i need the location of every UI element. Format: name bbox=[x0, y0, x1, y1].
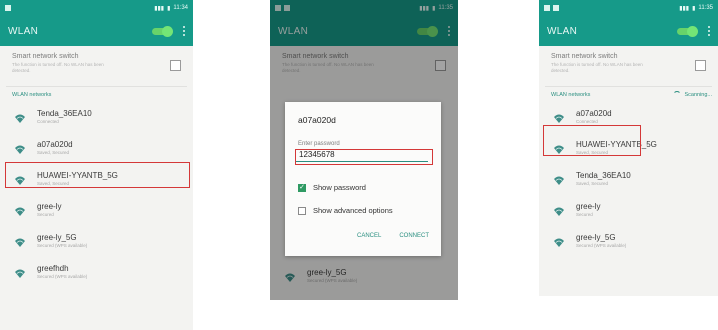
more-menu-icon[interactable] bbox=[182, 26, 185, 36]
network-name: gree-ly_5G bbox=[576, 233, 616, 242]
network-name: Tenda_36EA10 bbox=[576, 171, 631, 180]
wlan-toggle[interactable] bbox=[152, 25, 173, 37]
wifi-icon bbox=[14, 205, 26, 217]
smart-switch-checkbox[interactable] bbox=[170, 60, 181, 71]
phone-screen-1: ▮▮▮ ▮ 11:34 WLAN Smart network switch Th… bbox=[0, 0, 193, 330]
scanning-label: Scanning... bbox=[684, 92, 712, 98]
page-title: WLAN bbox=[8, 25, 39, 37]
section-title: WLAN networks bbox=[551, 92, 591, 98]
network-status: Connected bbox=[37, 119, 59, 124]
highlight-box bbox=[5, 162, 190, 188]
phone-screen-3: ▮▮▮ ▮ 11:35 WLAN Smart network switch Th… bbox=[539, 0, 718, 296]
page-title: WLAN bbox=[547, 25, 578, 37]
section-header: WLAN networks Scanning... bbox=[539, 87, 718, 103]
connect-button[interactable]: CONNECT bbox=[399, 233, 429, 239]
wifi-icon bbox=[14, 143, 26, 155]
smart-switch-title: Smart network switch bbox=[551, 53, 618, 60]
show-advanced-checkbox[interactable] bbox=[298, 206, 306, 215]
smart-switch-title: Smart network switch bbox=[12, 53, 79, 60]
notification-icon bbox=[544, 5, 550, 11]
wifi-icon bbox=[553, 112, 565, 124]
show-advanced-option[interactable]: Show advanced options bbox=[298, 206, 393, 215]
network-status: Connected bbox=[576, 119, 598, 124]
highlight-box bbox=[295, 149, 433, 165]
highlight-box bbox=[543, 125, 641, 156]
smart-switch-checkbox[interactable] bbox=[695, 60, 706, 71]
network-name: greefhdh bbox=[37, 264, 69, 273]
network-status: Secured (WPS available) bbox=[576, 243, 627, 248]
list-item[interactable]: gree-ly Secured bbox=[0, 196, 193, 227]
list-item[interactable]: gree-ly_5G Secured (WPS available) bbox=[0, 227, 193, 258]
status-time: 11:34 bbox=[173, 5, 188, 11]
more-menu-icon[interactable] bbox=[707, 26, 710, 36]
network-status: Saved, Secured bbox=[576, 181, 609, 186]
network-name: gree-ly bbox=[37, 202, 62, 211]
show-password-checkbox[interactable]: ✓ bbox=[298, 183, 306, 192]
password-dialog: a07a020d Enter password 12345678 ✓ Show … bbox=[285, 102, 441, 256]
wifi-icon bbox=[14, 112, 26, 124]
battery-icon: ▮ bbox=[692, 5, 696, 12]
network-name: Tenda_36EA10 bbox=[37, 109, 92, 118]
signal-icon: ▮▮▮ bbox=[679, 5, 690, 12]
network-status: Secured (WPS available) bbox=[37, 243, 88, 248]
wifi-icon bbox=[553, 236, 565, 248]
network-name: gree-ly bbox=[576, 202, 601, 211]
phone-screen-2: ▮▮▮ ▮ 11:35 WLAN Smart network switch Th… bbox=[270, 0, 458, 300]
list-item[interactable]: Tenda_36EA10 Connected bbox=[0, 103, 193, 134]
show-password-label: Show password bbox=[313, 183, 366, 192]
network-status: Secured bbox=[576, 212, 593, 217]
scanning-indicator: Scanning... bbox=[673, 87, 712, 103]
network-name: a07a020d bbox=[37, 140, 73, 149]
wifi-icon bbox=[553, 174, 565, 186]
list-item[interactable]: greefhdh Secured (WPS available) bbox=[0, 258, 193, 289]
smart-network-switch[interactable]: Smart network switch The function is tur… bbox=[539, 46, 718, 86]
list-item[interactable]: a07a020d Saved, Secured bbox=[0, 134, 193, 165]
signal-icon: ▮▮▮ bbox=[154, 5, 165, 12]
cancel-button[interactable]: CANCEL bbox=[357, 233, 381, 239]
network-name: gree-ly_5G bbox=[37, 233, 77, 242]
status-time: 11:35 bbox=[698, 5, 713, 11]
toggle-knob bbox=[687, 25, 698, 37]
spinner-icon bbox=[673, 90, 682, 99]
smart-switch-desc: The function is turned off. No WLAN has … bbox=[12, 62, 104, 73]
wifi-icon bbox=[14, 236, 26, 248]
network-status: Saved, Secured bbox=[37, 150, 70, 155]
list-item[interactable]: gree-ly Secured bbox=[539, 196, 718, 227]
notification-icon bbox=[553, 5, 559, 11]
smart-network-switch[interactable]: Smart network switch The function is tur… bbox=[0, 46, 193, 86]
app-bar: WLAN bbox=[539, 16, 718, 46]
wifi-icon bbox=[553, 205, 565, 217]
network-status: Secured (WPS available) bbox=[37, 274, 88, 279]
network-status: Secured bbox=[37, 212, 54, 217]
toggle-knob bbox=[162, 25, 173, 37]
status-bar: ▮▮▮ ▮ 11:34 bbox=[0, 0, 193, 16]
section-header: WLAN networks bbox=[12, 92, 52, 98]
show-password-option[interactable]: ✓ Show password bbox=[298, 183, 366, 192]
smart-switch-desc: The function is turned off. No WLAN has … bbox=[551, 62, 643, 73]
wlan-toggle[interactable] bbox=[677, 25, 698, 37]
list-item[interactable]: Tenda_36EA10 Saved, Secured bbox=[539, 165, 718, 196]
network-list: Tenda_36EA10 Connected a07a020d Saved, S… bbox=[0, 103, 193, 289]
show-advanced-label: Show advanced options bbox=[313, 206, 393, 215]
notification-icon bbox=[5, 5, 11, 11]
battery-icon: ▮ bbox=[167, 5, 171, 12]
app-bar: WLAN bbox=[0, 16, 193, 46]
list-item[interactable]: gree-ly_5G Secured (WPS available) bbox=[539, 227, 718, 258]
wifi-icon bbox=[14, 267, 26, 279]
status-bar: ▮▮▮ ▮ 11:35 bbox=[539, 0, 718, 16]
password-label: Enter password bbox=[298, 141, 340, 147]
network-name: a07a020d bbox=[576, 109, 612, 118]
dialog-title: a07a020d bbox=[298, 115, 336, 125]
